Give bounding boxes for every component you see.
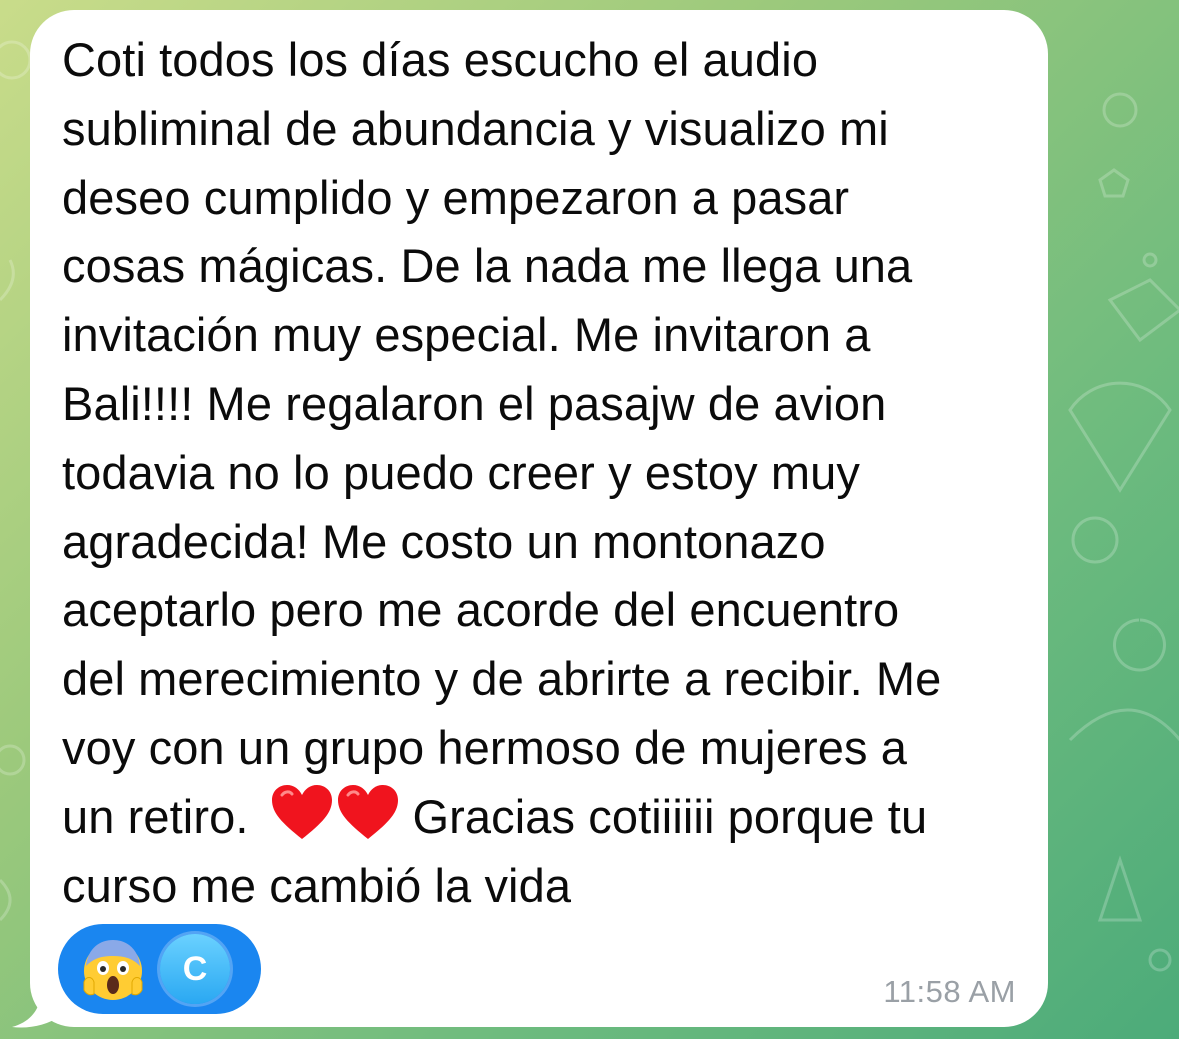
highlighted-text: me acorde del encuentro <box>377 583 900 637</box>
message-line: agradecida! Me costo un montonazo <box>62 514 826 568</box>
message-text-segment: aceptarlo pero <box>62 583 378 637</box>
face-screaming-in-fear-icon[interactable] <box>80 936 146 1002</box>
message-text: Coti todos los días escucho el audio sub… <box>62 26 1042 920</box>
message-line: invitación muy especial. Me invitaron a <box>62 301 1042 370</box>
highlighted-text: Me invitaron a <box>573 308 871 362</box>
message-line: subliminal de abundancia y visualizo mi <box>62 101 889 155</box>
message-text-segment: un retiro. <box>62 789 249 843</box>
message-line: voy con un grupo hermoso de mujeres a <box>62 720 907 774</box>
highlighted-text: Bali!!!! Me regalaron el pasajw de avion <box>62 376 887 430</box>
message-line: Coti todos los días escucho el audio <box>62 33 819 86</box>
message-line: aceptarlo pero me acorde del encuentro <box>62 576 1042 645</box>
message-text-segment: invitación muy especial. <box>62 308 574 362</box>
message-line: todavia no lo puedo creer y estoy muy <box>62 445 860 499</box>
red-heart-icon <box>338 784 399 839</box>
message-line: un retiro. Gracias cotiiiiii porque tu <box>62 783 1042 852</box>
message-line: curso me cambió la vida <box>62 858 572 912</box>
red-heart-icon <box>272 784 333 839</box>
message-line: del merecimiento y de abrirte a recibir.… <box>62 645 1042 714</box>
message-timestamp: 11:58 AM <box>883 974 1016 1009</box>
message-line: deseo cumplido y empezaron a pasar <box>62 170 850 224</box>
message-line: cosas mágicas. De la nada me llega una <box>62 239 913 293</box>
hearts-emoji-group <box>270 783 400 841</box>
highlighted-text: del merecimiento y de abrirte a recibir <box>62 652 850 706</box>
message-line: Bali!!!! Me regalaron el pasajw de avion <box>62 370 1042 439</box>
message-text-segment: Gracias cotiiiiii porque tu <box>412 789 928 843</box>
message-text-segment: . Me <box>849 652 942 706</box>
reaction-avatar[interactable]: C <box>160 934 230 1004</box>
